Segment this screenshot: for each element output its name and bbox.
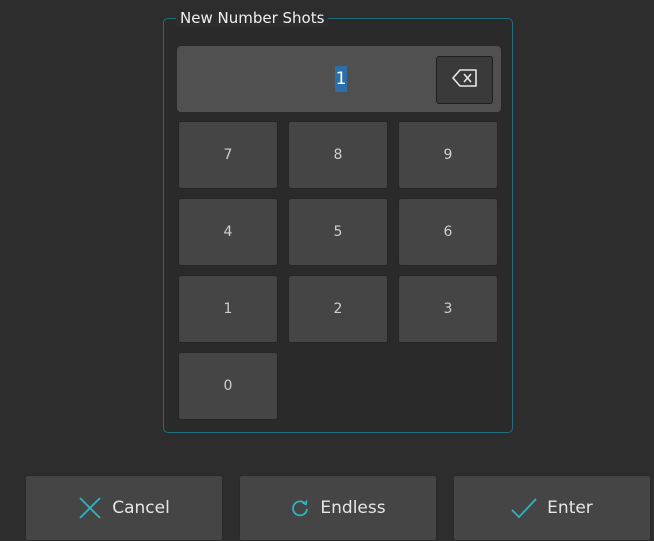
key-0[interactable]: 0	[178, 352, 278, 420]
endless-label: Endless	[320, 498, 386, 518]
checkmark-icon	[511, 497, 537, 519]
key-2[interactable]: 2	[288, 275, 388, 343]
groupbox-title: New Number Shots	[176, 9, 329, 27]
key-6[interactable]: 6	[398, 198, 498, 266]
key-3[interactable]: 3	[398, 275, 498, 343]
key-4[interactable]: 4	[178, 198, 278, 266]
key-1[interactable]: 1	[178, 275, 278, 343]
enter-label: Enter	[547, 498, 593, 518]
x-icon	[78, 496, 102, 520]
key-7[interactable]: 7	[178, 121, 278, 189]
number-input[interactable]: 1	[335, 66, 347, 92]
loop-icon	[290, 498, 310, 518]
cancel-label: Cancel	[112, 498, 170, 518]
key-9[interactable]: 9	[398, 121, 498, 189]
enter-button[interactable]: Enter	[453, 475, 651, 541]
backspace-icon	[451, 69, 478, 91]
key-5[interactable]: 5	[288, 198, 388, 266]
endless-button[interactable]: Endless	[239, 475, 437, 541]
cancel-button[interactable]: Cancel	[25, 475, 223, 541]
key-8[interactable]: 8	[288, 121, 388, 189]
backspace-button[interactable]	[436, 56, 493, 104]
